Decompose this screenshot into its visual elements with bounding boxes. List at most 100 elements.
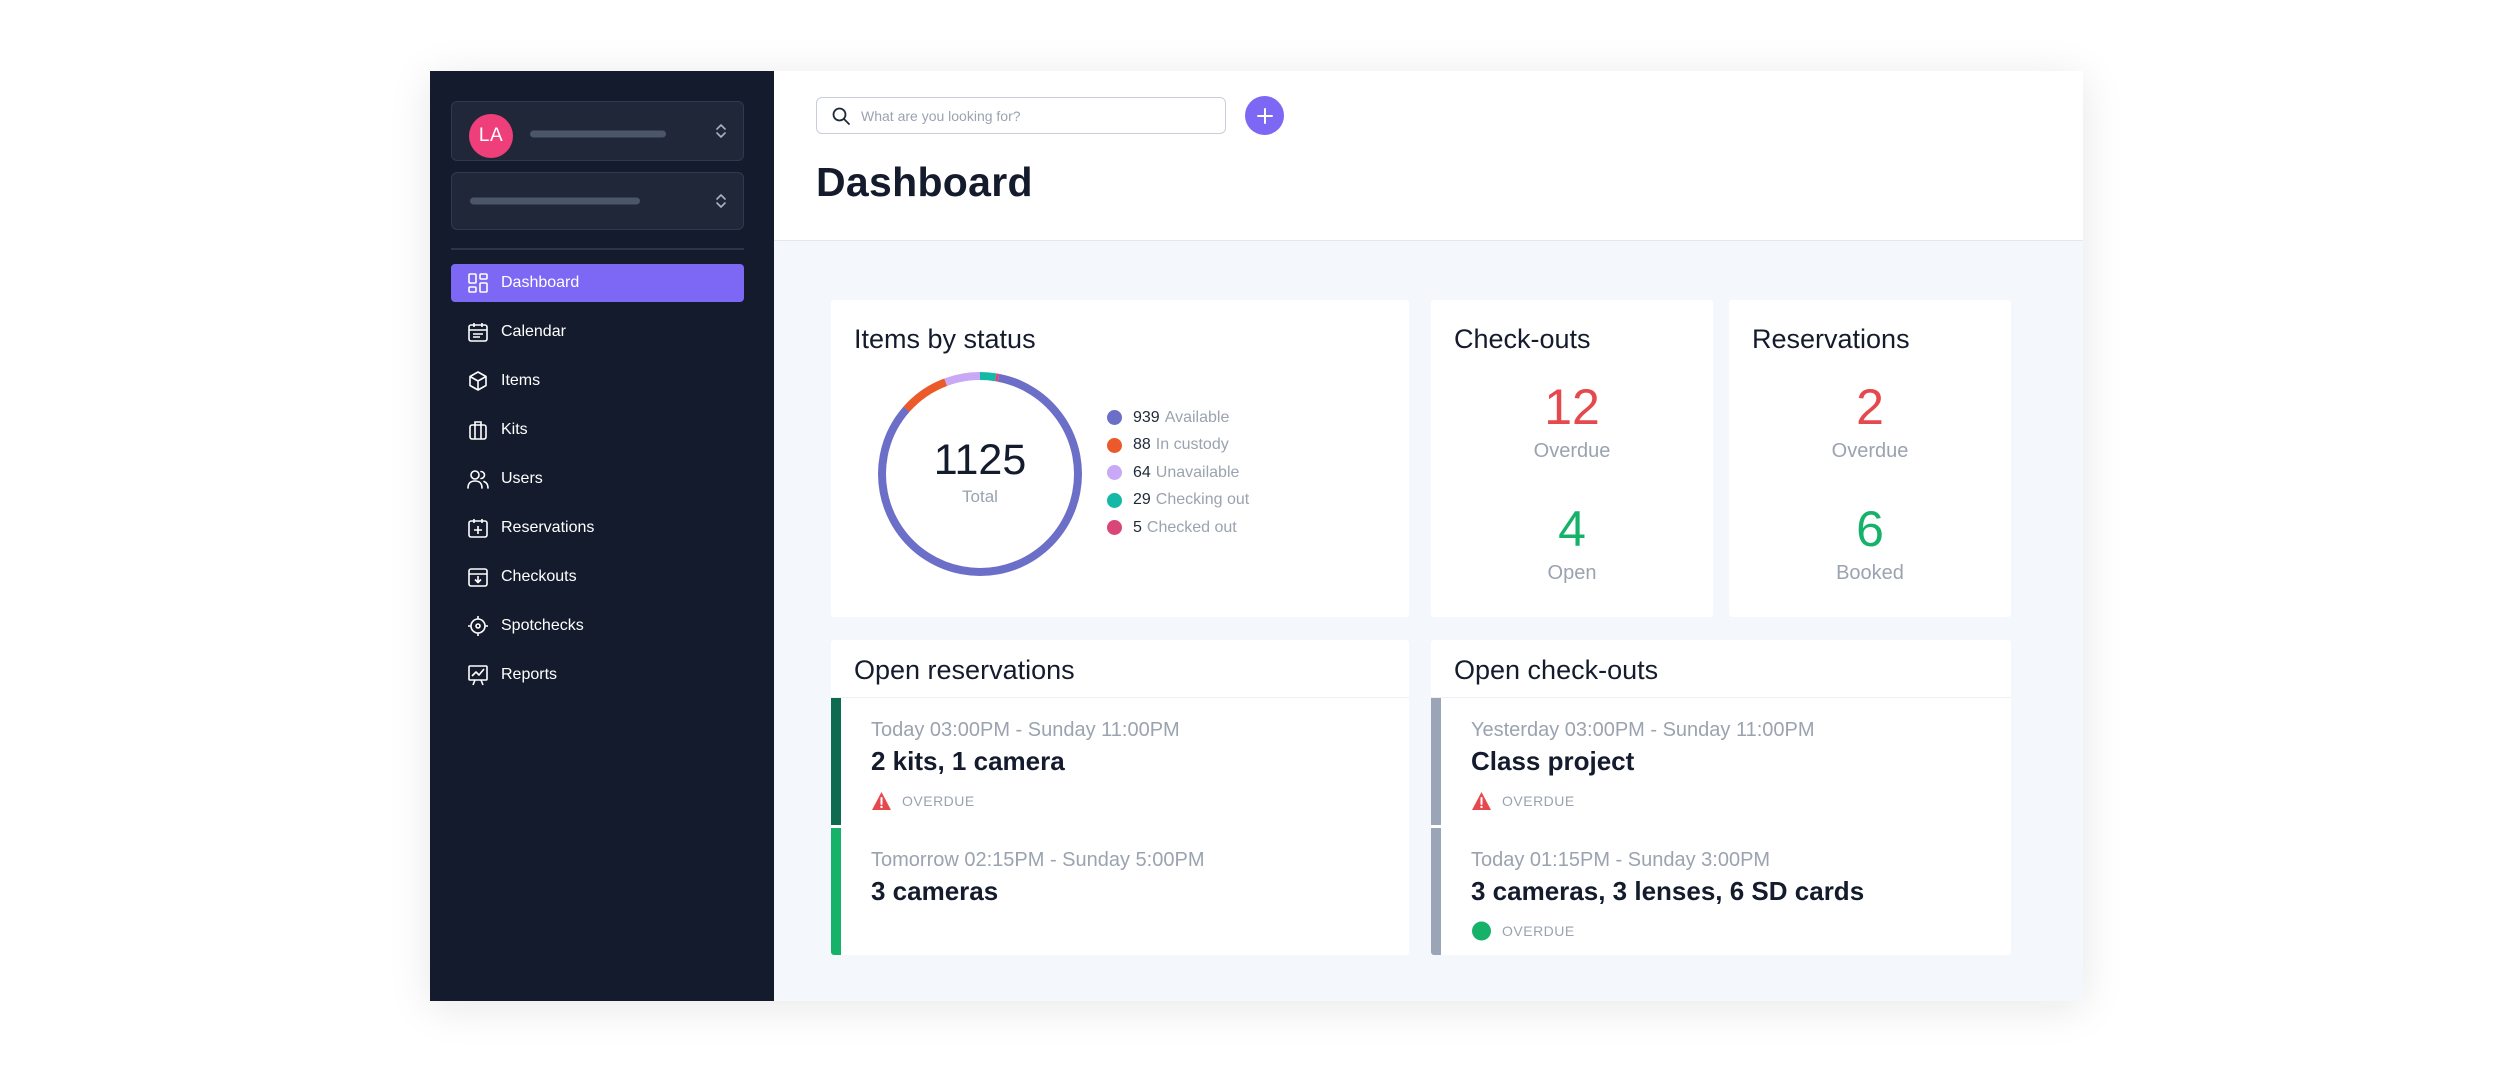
legend-dot bbox=[1107, 410, 1122, 426]
legend-label: Unavailable bbox=[1155, 463, 1240, 481]
sidebar-item-dashboard[interactable]: Dashboard bbox=[451, 264, 744, 302]
sidebar-item-users[interactable]: Users bbox=[451, 460, 744, 498]
sidebar-item-calendar[interactable]: Calendar bbox=[451, 313, 744, 351]
sidebar-item-kits[interactable]: Kits bbox=[451, 411, 744, 449]
card-title: Items by status bbox=[854, 324, 1036, 354]
checkouts-open-count: 4 bbox=[1558, 501, 1586, 557]
crosshair-icon bbox=[467, 615, 489, 637]
reservations-overdue-count: 2 bbox=[1856, 379, 1884, 435]
page-header: Dashboard bbox=[774, 71, 2083, 241]
add-button[interactable] bbox=[1245, 96, 1284, 135]
list-item[interactable]: Tomorrow 02:15PM - Sunday 5:00PM 3 camer… bbox=[831, 828, 1409, 955]
overdue-flag: OVERDUE bbox=[871, 791, 975, 811]
card-title: Check-outs bbox=[1454, 324, 1591, 354]
checkouts-card[interactable]: Check-outs 12 Overdue 4 Open bbox=[1431, 300, 1713, 617]
items-by-status-card: Items by status 1125 Total 939 Available… bbox=[831, 300, 1409, 617]
entry-title: Class project bbox=[1471, 746, 1635, 776]
legend-count: 5 bbox=[1133, 518, 1142, 536]
users-icon bbox=[467, 468, 489, 490]
legend-count: 29 bbox=[1133, 491, 1151, 509]
sidebar-item-checkouts[interactable]: Checkouts bbox=[451, 558, 744, 596]
warning-triangle-icon bbox=[872, 792, 891, 810]
legend-item-available: 939 Available bbox=[1107, 404, 1249, 432]
entry-title: 3 cameras, 3 lenses, 6 SD cards bbox=[1471, 876, 1865, 906]
status-bar bbox=[1431, 828, 1441, 955]
reservations-booked-count: 6 bbox=[1856, 501, 1884, 557]
legend-label: Checking out bbox=[1155, 491, 1250, 509]
app-window: LA Dashboard Calendar Items Kits Users R… bbox=[430, 71, 2083, 1001]
checkouts-open-label: Open bbox=[1547, 562, 1597, 584]
card-title: Reservations bbox=[1752, 324, 1910, 354]
card-title: Open reservations bbox=[854, 655, 1075, 685]
chevron-updown-icon bbox=[716, 124, 726, 138]
entry-time-range: Today 03:00PM - Sunday 11:00PM bbox=[871, 719, 1180, 741]
legend-item-unavailable: 64 Unavailable bbox=[1107, 459, 1249, 487]
open-checkouts-card: Open check-outs Yesterday 03:00PM - Sund… bbox=[1431, 640, 2011, 955]
legend-dot bbox=[1107, 492, 1122, 508]
entry-time-range: Tomorrow 02:15PM - Sunday 5:00PM bbox=[871, 849, 1205, 871]
reservations-card[interactable]: Reservations 2 Overdue 6 Booked bbox=[1729, 300, 2011, 617]
list-item[interactable]: Today 01:15PM - Sunday 3:00PM 3 cameras,… bbox=[1431, 828, 2011, 955]
search-box[interactable] bbox=[816, 97, 1226, 134]
sidebar-divider bbox=[451, 248, 744, 250]
workspace-name-placeholder bbox=[530, 130, 666, 138]
list-item[interactable]: Yesterday 03:00PM - Sunday 11:00PM Class… bbox=[1431, 698, 2011, 825]
legend-label: In custody bbox=[1155, 436, 1229, 454]
search-icon bbox=[832, 107, 850, 125]
legend-label: Available bbox=[1164, 408, 1230, 426]
entry-title: 2 kits, 1 camera bbox=[871, 746, 1065, 776]
warning-triangle-icon bbox=[1472, 792, 1491, 810]
sidebar-item-label: Checkouts bbox=[501, 568, 577, 585]
sidebar-item-label: Kits bbox=[501, 421, 528, 438]
flag-label: OVERDUE bbox=[1502, 793, 1575, 809]
search-input[interactable] bbox=[861, 107, 1201, 124]
sidebar-item-label: Spotchecks bbox=[501, 617, 584, 634]
sidebar-nav: Dashboard Calendar Items Kits Users Rese… bbox=[451, 264, 744, 694]
green-dot-icon bbox=[1472, 921, 1491, 941]
legend-dot bbox=[1107, 520, 1122, 536]
entry-time-range: Yesterday 03:00PM - Sunday 11:00PM bbox=[1471, 719, 1815, 741]
card-title: Open check-outs bbox=[1454, 655, 1659, 685]
sidebar-item-reservations[interactable]: Reservations bbox=[451, 509, 744, 547]
flag-label: OVERDUE bbox=[1502, 923, 1575, 939]
legend-item-in-custody: 88 In custody bbox=[1107, 432, 1249, 460]
checkouts-overdue-label: Overdue bbox=[1533, 440, 1611, 462]
list-item[interactable]: Today 03:00PM - Sunday 11:00PM 2 kits, 1… bbox=[831, 698, 1409, 825]
reservations-overdue-label: Overdue bbox=[1831, 440, 1909, 462]
status-legend: 939 Available 88 In custody 64 Unavailab… bbox=[1107, 404, 1249, 542]
entry-title: 3 cameras bbox=[871, 876, 999, 906]
sidebar-item-label: Reservations bbox=[501, 519, 595, 536]
location-name-placeholder bbox=[470, 197, 640, 205]
open-reservations-card: Open reservations Today 03:00PM - Sunday… bbox=[831, 640, 1409, 955]
sidebar: LA Dashboard Calendar Items Kits Users R… bbox=[430, 71, 774, 1001]
calendar-plus-icon bbox=[467, 517, 489, 539]
chart-presentation-icon bbox=[467, 664, 489, 686]
sidebar-item-label: Dashboard bbox=[501, 274, 580, 291]
legend-dot bbox=[1107, 465, 1122, 481]
legend-item-checked-out: 5 Checked out bbox=[1107, 514, 1249, 542]
briefcase-icon bbox=[467, 419, 489, 441]
sidebar-item-label: Users bbox=[501, 470, 543, 487]
chevron-updown-icon bbox=[716, 194, 726, 208]
sidebar-item-spotchecks[interactable]: Spotchecks bbox=[451, 607, 744, 645]
location-switcher[interactable] bbox=[451, 172, 744, 230]
entry-time-range: Today 01:15PM - Sunday 3:00PM bbox=[1471, 849, 1771, 871]
sidebar-item-items[interactable]: Items bbox=[451, 362, 744, 400]
flag-label: OVERDUE bbox=[902, 793, 975, 809]
status-bar bbox=[831, 828, 841, 955]
sidebar-item-label: Reports bbox=[501, 666, 558, 683]
legend-count: 88 bbox=[1133, 436, 1151, 454]
legend-count: 64 bbox=[1133, 463, 1151, 481]
sidebar-item-label: Items bbox=[501, 372, 541, 389]
checkout-tray-icon bbox=[467, 566, 489, 588]
donut-total-label: Total bbox=[962, 487, 998, 506]
dashboard-grid-icon bbox=[467, 272, 489, 294]
sidebar-item-reports[interactable]: Reports bbox=[451, 656, 744, 694]
reservations-booked-label: Booked bbox=[1836, 562, 1904, 584]
calendar-icon bbox=[467, 321, 489, 343]
plus-icon bbox=[1256, 107, 1273, 124]
workspace-switcher[interactable]: LA bbox=[451, 101, 744, 161]
status-bar bbox=[831, 698, 841, 825]
cube-icon bbox=[467, 370, 489, 392]
checkouts-overdue-count: 12 bbox=[1544, 379, 1600, 435]
